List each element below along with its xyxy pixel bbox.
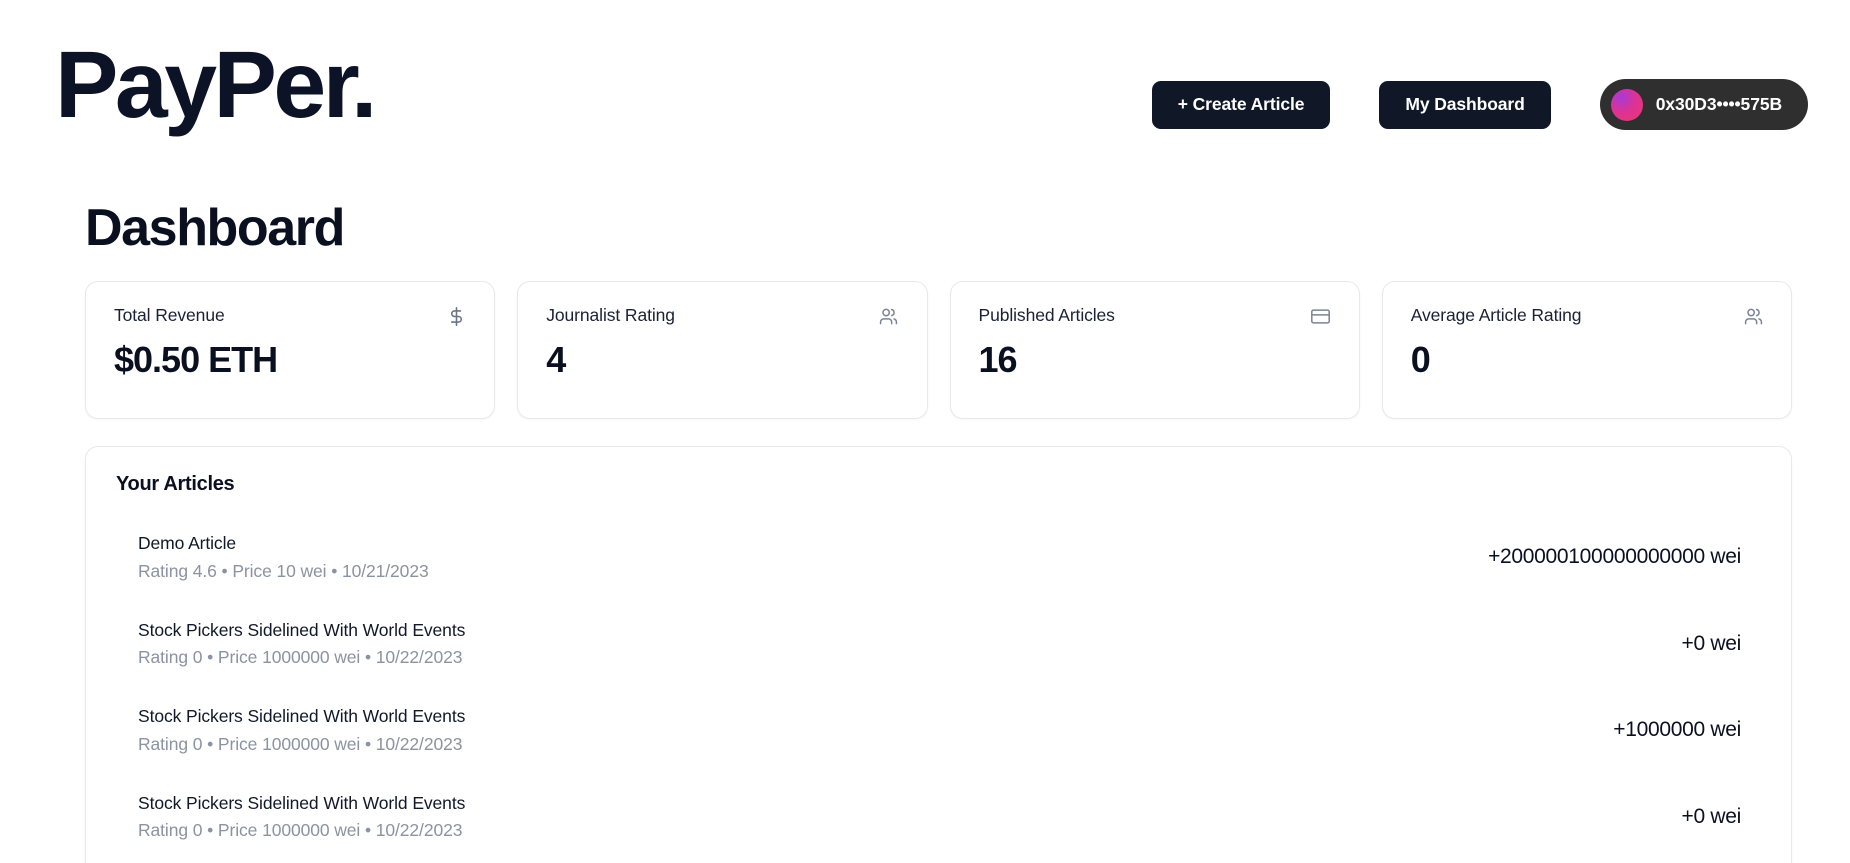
article-title: Stock Pickers Sidelined With World Event…	[138, 792, 466, 813]
stat-value: $0.50 ETH	[114, 339, 278, 381]
wallet-address-label: 0x30D3••••575B	[1655, 94, 1782, 114]
article-row[interactable]: Stock Pickers Sidelined With World Event…	[116, 601, 1761, 688]
article-amount: +200000100000000000 wei	[1488, 545, 1741, 569]
brand-logo[interactable]: PayPer.	[55, 38, 377, 133]
users-icon	[1743, 306, 1763, 326]
article-list: Demo Article Rating 4.6 • Price 10 wei •…	[116, 514, 1761, 863]
header-actions: + Create Article My Dashboard 0x30D3••••…	[1151, 79, 1808, 130]
article-amount: +1000000 wei	[1613, 718, 1741, 742]
article-row[interactable]: Stock Pickers Sidelined With World Event…	[116, 687, 1761, 774]
stat-value: 0	[1410, 339, 1431, 381]
article-meta: Rating 0 • Price 1000000 wei • 10/22/202…	[138, 733, 463, 754]
stat-card-published-articles: Published Articles 16	[949, 281, 1360, 420]
app-header: PayPer. + Create Article My Dashboard 0x…	[0, 0, 1850, 200]
article-amount: +0 wei	[1681, 631, 1742, 655]
stat-value: 16	[978, 339, 1018, 381]
stat-card-header: Journalist Rating	[546, 305, 898, 326]
stat-card-header: Average Article Rating	[1411, 305, 1763, 326]
article-row[interactable]: Demo Article Rating 4.6 • Price 10 wei •…	[116, 514, 1761, 601]
stat-card-header: Published Articles	[979, 305, 1331, 326]
stat-label: Total Revenue	[114, 305, 225, 326]
stat-label: Published Articles	[978, 305, 1115, 326]
wallet-button[interactable]: 0x30D3••••575B	[1599, 79, 1808, 130]
article-meta: Rating 4.6 • Price 10 wei • 10/21/2023	[138, 560, 429, 581]
article-title: Stock Pickers Sidelined With World Event…	[138, 706, 466, 727]
page-title: Dashboard	[85, 199, 345, 257]
panel-title: Your Articles	[116, 473, 235, 496]
stat-label: Average Article Rating	[1410, 305, 1582, 326]
article-title: Demo Article	[138, 533, 236, 554]
users-icon	[879, 306, 899, 326]
article-meta: Rating 0 • Price 1000000 wei • 10/22/202…	[138, 820, 463, 841]
article-meta: Rating 0 • Price 1000000 wei • 10/22/202…	[138, 647, 463, 668]
article-amount: +0 wei	[1681, 804, 1742, 828]
article-main: Stock Pickers Sidelined With World Event…	[138, 619, 465, 670]
your-articles-panel: Your Articles Demo Article Rating 4.6 • …	[85, 446, 1792, 863]
main-content: Dashboard Total Revenue $0.50 ETH Journa…	[0, 199, 1850, 863]
stat-card-total-revenue: Total Revenue $0.50 ETH	[85, 281, 496, 420]
article-title: Stock Pickers Sidelined With World Event…	[138, 619, 466, 640]
stat-card-average-article-rating: Average Article Rating 0	[1381, 281, 1792, 420]
create-article-button[interactable]: + Create Article	[1151, 80, 1331, 129]
stat-label: Journalist Rating	[546, 305, 675, 326]
my-dashboard-button[interactable]: My Dashboard	[1379, 80, 1551, 129]
stat-card-header: Total Revenue	[114, 305, 466, 326]
article-main: Demo Article Rating 4.6 • Price 10 wei •…	[138, 532, 429, 583]
stats-grid: Total Revenue $0.50 ETH Journalist Ratin…	[85, 281, 1792, 420]
wallet-avatar-icon	[1610, 88, 1643, 121]
stat-card-journalist-rating: Journalist Rating 4	[517, 281, 928, 420]
stat-value: 4	[546, 339, 566, 381]
dollar-icon	[446, 306, 466, 326]
article-main: Stock Pickers Sidelined With World Event…	[138, 705, 465, 756]
credit-card-icon	[1311, 306, 1331, 326]
article-row[interactable]: Stock Pickers Sidelined With World Event…	[116, 774, 1761, 861]
article-main: Stock Pickers Sidelined With World Event…	[138, 792, 465, 843]
